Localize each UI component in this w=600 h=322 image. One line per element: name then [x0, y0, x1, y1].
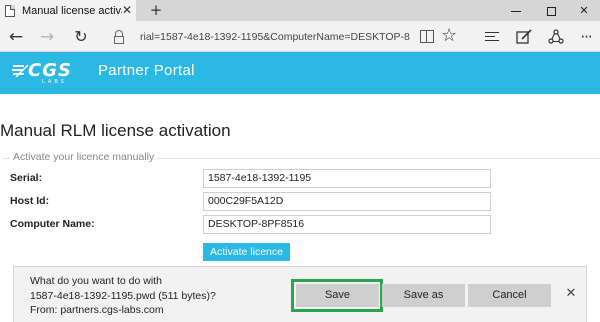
logo-text: CGS — [28, 60, 72, 81]
url-text[interactable]: rial=1587-4e18-1392-1195&ComputerName=DE… — [140, 31, 410, 43]
page-title: Manual RLM license activation — [0, 121, 231, 140]
favorite-star-icon[interactable]: ☆ — [441, 25, 457, 46]
tab-bar: Manual license activatic ✕ + ✕ — [0, 0, 600, 21]
download-message: What do you want to do with 1587-4e18-13… — [30, 274, 216, 318]
serial-label: Serial: — [10, 172, 43, 184]
fieldset-legend: Activate your licence manually — [10, 151, 158, 163]
window-close-button[interactable]: ✕ — [568, 0, 600, 21]
reading-view-icon[interactable] — [420, 30, 434, 43]
download-question: What do you want to do with — [30, 275, 162, 287]
new-tab-button[interactable]: + — [146, 0, 166, 21]
page-icon — [5, 4, 15, 17]
hub-icon[interactable] — [481, 26, 503, 48]
cancel-button[interactable]: Cancel — [468, 284, 551, 307]
navigation-bar: ← → ↻ rial=1587-4e18-1392-1195&ComputerN… — [0, 21, 600, 52]
download-filename: 1587-4e18-1392-1195.pwd (511 bytes)? — [30, 289, 216, 302]
portal-title: Partner Portal — [98, 62, 195, 79]
share-icon[interactable] — [545, 26, 567, 48]
activate-licence-button[interactable]: Activate licence — [203, 243, 290, 261]
serial-input[interactable]: 1587-4e18-1392-1195 — [203, 169, 491, 188]
close-tab-icon[interactable]: ✕ — [122, 3, 132, 17]
cgs-logo[interactable]: CGS LABS — [12, 60, 80, 86]
address-bar[interactable]: rial=1587-4e18-1392-1195&ComputerName=DE… — [110, 26, 440, 48]
computer-name-label: Computer Name: — [10, 218, 95, 230]
close-icon[interactable]: ✕ — [563, 286, 579, 301]
minimize-button[interactable] — [500, 0, 532, 21]
web-note-icon[interactable] — [513, 26, 535, 48]
tab-title: Manual license activatic — [22, 4, 122, 17]
save-button[interactable]: Save — [296, 284, 379, 307]
refresh-icon[interactable]: ↻ — [70, 26, 92, 48]
lock-icon — [112, 30, 126, 44]
download-source: From: partners.cgs-labs.com — [30, 304, 164, 316]
host-id-input[interactable]: 000C29F5A12D — [203, 192, 491, 211]
host-id-label: Host Id: — [10, 195, 50, 207]
forward-arrow-icon[interactable]: → — [36, 26, 58, 48]
maximize-button[interactable] — [535, 0, 567, 21]
portal-header: CGS LABS Partner Portal — [0, 52, 600, 94]
save-as-button[interactable]: Save as — [382, 284, 465, 307]
download-notification-bar: What do you want to do with 1587-4e18-13… — [13, 266, 587, 322]
back-arrow-icon[interactable]: ← — [5, 26, 27, 48]
browser-tab[interactable]: Manual license activatic ✕ — [0, 0, 136, 21]
logo-subtext: LABS — [42, 79, 67, 85]
computer-name-input[interactable]: DESKTOP-8PF8516 — [203, 215, 491, 234]
more-icon[interactable]: ··· — [575, 26, 597, 48]
